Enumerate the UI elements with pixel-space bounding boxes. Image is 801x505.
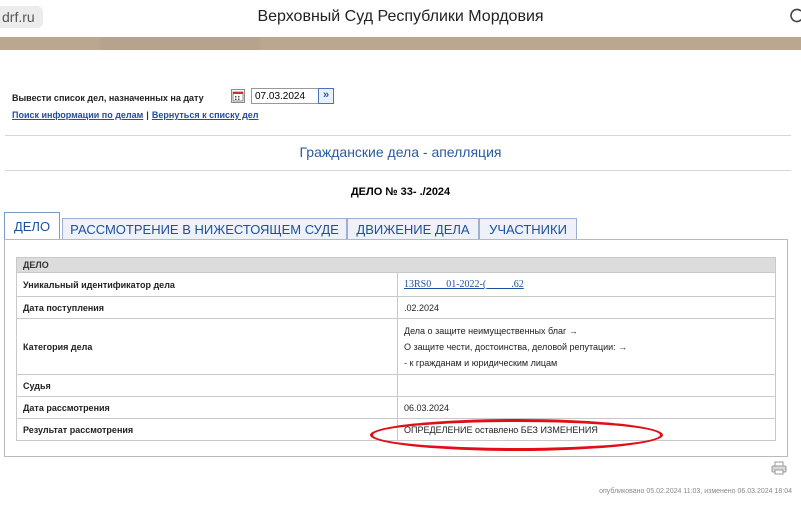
table-row: Судья	[16, 374, 776, 397]
row-value	[397, 374, 776, 397]
category-line: Дела о защите неимущественных благ →	[404, 325, 578, 336]
row-value: .02.2024	[397, 296, 776, 319]
link-separator: |	[146, 110, 149, 120]
publication-info: опубликовано 05.02.2024 11:03, изменено …	[599, 488, 792, 495]
row-key: Категория дела	[16, 318, 398, 375]
category-line: О защите чести, достоинства, деловой реп…	[404, 341, 628, 352]
date-input[interactable]	[251, 88, 319, 104]
row-value: Дела о защите неимущественных благ → О з…	[397, 318, 776, 375]
table-header-row: ДЕЛО	[16, 257, 776, 273]
case-id-link[interactable]: 13RS0___01-2022-(_____.62	[404, 279, 524, 290]
search-cases-link[interactable]: Поиск информации по делам	[12, 110, 143, 120]
site-header-strip	[0, 37, 801, 50]
table-row: Дата поступления .02.2024	[16, 296, 776, 319]
table-row: Дата рассмотрения 06.03.2024	[16, 396, 776, 419]
table-row: Уникальный идентификатор дела 13RS0___01…	[16, 272, 776, 297]
row-key: Уникальный идентификатор дела	[16, 272, 398, 297]
show-list-button[interactable]: »	[318, 88, 334, 104]
print-icon[interactable]	[771, 461, 787, 475]
browser-top-bar: drf.ru Верховный Суд Республики Мордовия	[0, 0, 801, 37]
tab-participants[interactable]: УЧАСТНИКИ	[479, 218, 577, 240]
date-search-label: Вывести список дел, назначенных на дату	[12, 93, 204, 103]
nav-links: Поиск информации по делам | Вернуться к сп…	[12, 110, 259, 120]
page-title: Верховный Суд Республики Мордовия	[257, 8, 544, 25]
row-key: Судья	[16, 374, 398, 397]
table-header: ДЕЛО	[16, 257, 776, 273]
reload-icon[interactable]	[789, 7, 801, 23]
case-info-table: ДЕЛО Уникальный идентификатор дела 13RS0…	[16, 257, 776, 441]
case-number: ДЕЛО № 33- ./2024	[350, 186, 451, 198]
divider	[5, 170, 791, 171]
category-line: - к гражданам и юридическим лицам	[404, 357, 558, 368]
row-value: 06.03.2024	[397, 396, 776, 419]
section-title: Гражданские дела - апелляция	[299, 144, 502, 160]
red-highlight-ellipse	[370, 419, 663, 451]
tab-lower-court[interactable]: РАССМОТРЕНИЕ В НИЖЕСТОЯЩЕМ СУДЕ	[62, 218, 347, 240]
calendar-icon[interactable]	[231, 89, 245, 103]
row-key: Дата рассмотрения	[16, 396, 398, 419]
divider	[5, 135, 791, 136]
table-row: Категория дела Дела о защите неимуществе…	[16, 318, 776, 375]
row-key: Дата поступления	[16, 296, 398, 319]
case-panel: ДЕЛО Уникальный идентификатор дела 13RS0…	[4, 239, 788, 457]
back-to-list-link[interactable]: Вернуться к списку дел	[152, 110, 259, 120]
tab-case[interactable]: ДЕЛО	[4, 212, 60, 240]
row-key: Результат рассмотрения	[16, 418, 398, 441]
tab-case-movement[interactable]: ДВИЖЕНИЕ ДЕЛА	[347, 218, 479, 240]
